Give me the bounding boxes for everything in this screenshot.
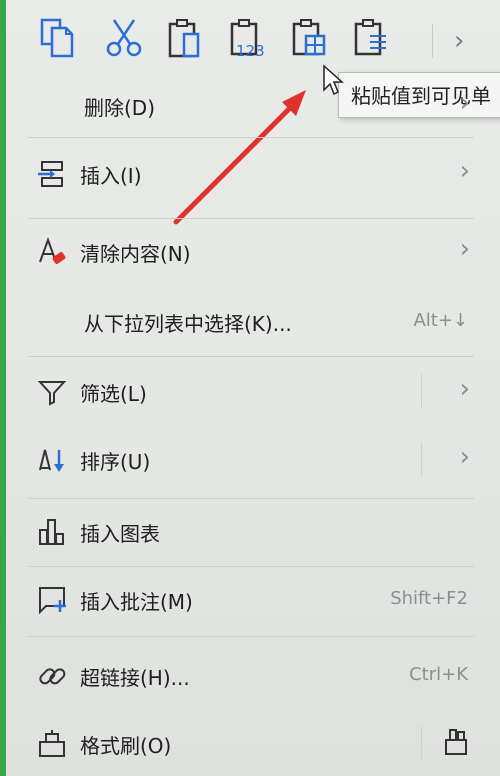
menu-item-label: 清除内容(N) bbox=[80, 242, 191, 266]
separator bbox=[421, 374, 422, 408]
divider bbox=[28, 636, 474, 637]
menu-item-delete[interactable]: 删除(D) › bbox=[28, 82, 488, 128]
chevron-right-icon: › bbox=[459, 442, 470, 472]
format-painter-button-icon[interactable] bbox=[440, 726, 472, 758]
menu-item-label: 筛选(L) bbox=[80, 382, 147, 406]
menu-item-label: 从下拉列表中选择(K)... bbox=[84, 312, 292, 336]
menu-item-hyperlink[interactable]: 超链接(H)... Ctrl+K bbox=[28, 652, 488, 698]
context-menu: 123 › 粘贴值到可见单 删除(D) › 插入(I) › 清除内容(N) › … bbox=[0, 0, 500, 776]
clear-contents-icon bbox=[36, 236, 68, 268]
menu-item-label: 超链接(H)... bbox=[80, 666, 190, 690]
sort-icon bbox=[36, 444, 68, 476]
hyperlink-icon bbox=[36, 660, 68, 692]
menu-item-pick-from-list[interactable]: 从下拉列表中选择(K)... Alt+↓ bbox=[28, 298, 488, 344]
menu-item-insert[interactable]: 插入(I) › bbox=[28, 150, 488, 196]
filter-icon bbox=[36, 376, 68, 408]
divider bbox=[28, 137, 474, 138]
menu-item-insert-chart[interactable]: 插入图表 bbox=[28, 508, 488, 554]
shortcut-label: Ctrl+K bbox=[409, 664, 468, 685]
menu-item-label: 格式刷(O) bbox=[80, 734, 172, 758]
divider bbox=[28, 218, 474, 219]
shortcut-label: Alt+↓ bbox=[413, 310, 468, 331]
divider bbox=[28, 498, 474, 499]
separator bbox=[421, 442, 422, 476]
comment-icon bbox=[36, 584, 68, 616]
chevron-right-icon: › bbox=[459, 374, 470, 404]
menu-item-format-painter[interactable]: 格式刷(O) bbox=[28, 720, 488, 766]
menu-item-label: 插入批注(M) bbox=[80, 590, 193, 614]
chevron-right-icon: › bbox=[459, 234, 470, 264]
menu-item-label: 删除(D) bbox=[84, 96, 156, 120]
separator bbox=[421, 726, 422, 760]
shortcut-label: Shift+F2 bbox=[390, 588, 468, 609]
menu-item-clear-contents[interactable]: 清除内容(N) › bbox=[28, 228, 488, 274]
menu-item-insert-comment[interactable]: 插入批注(M) Shift+F2 bbox=[28, 576, 488, 622]
menu-item-sort[interactable]: 排序(U) › bbox=[28, 436, 488, 482]
format-painter-icon bbox=[36, 728, 68, 760]
menu-item-label: 插入图表 bbox=[80, 522, 160, 546]
chevron-right-icon: › bbox=[459, 156, 470, 186]
insert-icon bbox=[36, 158, 68, 190]
chart-icon bbox=[36, 516, 68, 548]
menu-item-label: 插入(I) bbox=[80, 164, 142, 188]
chevron-right-icon: › bbox=[459, 88, 470, 118]
menu-item-label: 排序(U) bbox=[80, 450, 151, 474]
divider bbox=[28, 356, 474, 357]
divider bbox=[28, 566, 474, 567]
menu-item-filter[interactable]: 筛选(L) › bbox=[28, 368, 488, 414]
